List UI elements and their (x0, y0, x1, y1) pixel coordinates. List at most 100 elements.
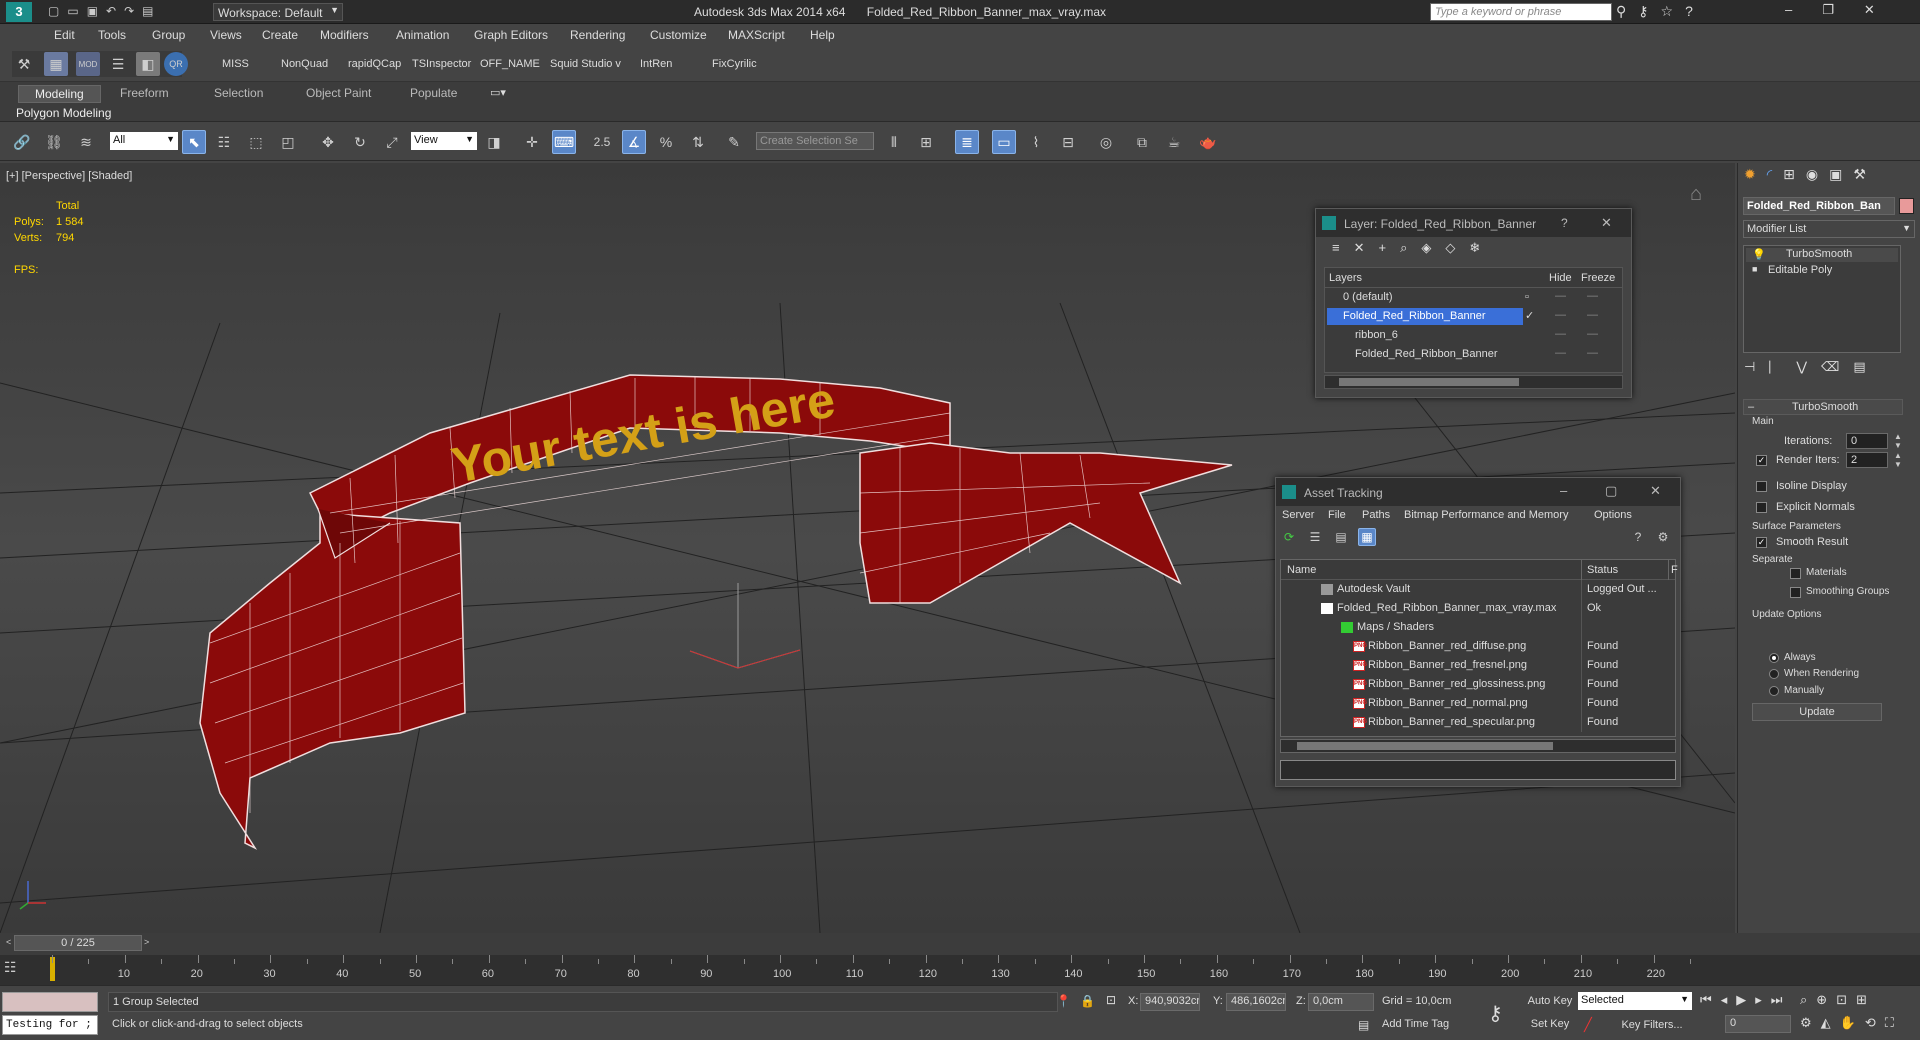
asset-menu-bitmap-performance-and-memory[interactable]: Bitmap Performance and Memory (1404, 509, 1568, 521)
grid-icon[interactable]: ▦ (44, 52, 68, 76)
z-coord-field[interactable]: 0,0cm (1308, 993, 1374, 1011)
configure-sets-icon[interactable]: ▤ (1853, 359, 1879, 374)
select-object-icon[interactable]: ⬉ (182, 130, 206, 154)
lock-icon[interactable]: 🔒 (1080, 994, 1095, 1008)
display-tab-icon[interactable]: ▣ (1829, 166, 1853, 182)
mod-icon[interactable]: MOD (76, 52, 100, 76)
minimize-icon[interactable]: – (1560, 483, 1567, 498)
absolute-mode-icon[interactable]: ⊡ (1106, 993, 1116, 1007)
settings-icon[interactable]: ⚙ (1654, 528, 1672, 546)
pivot-center-icon[interactable]: ◨ (482, 130, 506, 154)
hide-all-icon[interactable]: ◇ (1445, 240, 1469, 255)
asset-menu-server[interactable]: Server (1282, 509, 1314, 521)
show-end-result-icon[interactable]: ⎸ (1769, 359, 1796, 374)
modify-tab-icon[interactable]: ◜ (1767, 166, 1783, 182)
current-frame-field[interactable]: 0 (1725, 1015, 1791, 1033)
asset-row[interactable]: PNGRibbon_Banner_red_specular.png Found (1281, 713, 1675, 732)
field-of-view-icon[interactable]: ◭ (1821, 1015, 1840, 1030)
link-icon[interactable]: 🔗 (10, 130, 34, 154)
asset-path-field[interactable] (1280, 760, 1676, 780)
align-icon[interactable]: ⊞ (914, 130, 938, 154)
explicit-normals-checkbox[interactable] (1756, 502, 1767, 513)
bind-spacewarp-icon[interactable]: ≋ (74, 130, 98, 154)
viewport-label[interactable]: [+] [Perspective] [Shaded] (6, 170, 132, 182)
layer-manager-icon[interactable]: ≣ (955, 130, 979, 154)
status-column-header[interactable]: Status (1587, 564, 1618, 576)
reference-coord-dropdown[interactable]: View ▼ (411, 132, 477, 150)
mirror-icon[interactable]: ⫴ (882, 130, 906, 154)
when-rendering-radio[interactable] (1769, 669, 1779, 679)
restore-icon[interactable]: ❐ (1822, 2, 1864, 17)
script-button-squid-studio-v[interactable]: Squid Studio v (550, 58, 621, 70)
materials-checkbox[interactable] (1790, 568, 1801, 579)
list-view-icon[interactable]: ☰ (1306, 528, 1324, 546)
menu-edit[interactable]: Edit (54, 28, 75, 42)
ribbon-tab-freeform[interactable]: Freeform (104, 85, 185, 101)
angle-snap-icon[interactable]: ∡ (622, 130, 646, 154)
always-radio[interactable] (1769, 653, 1779, 663)
modifier-stack-item-turbosmooth[interactable]: 💡 TurboSmooth (1746, 248, 1898, 262)
minimize-icon[interactable]: – (1785, 2, 1822, 17)
lightbulb-icon[interactable]: 💡 (1752, 248, 1766, 261)
isolate-selection-icon[interactable]: 📍 (1056, 994, 1071, 1008)
pin-stack-icon[interactable]: ⊣ (1744, 359, 1769, 374)
new-file-icon[interactable]: ▢ (48, 4, 67, 18)
script-button-nonquad[interactable]: NonQuad (281, 58, 328, 70)
layer-dialog-title-bar[interactable]: Layer: Folded_Red_Ribbon_Banner ? ✕ (1316, 209, 1631, 237)
menu-tools[interactable]: Tools (98, 28, 126, 42)
maxscript-listener-pink[interactable] (2, 992, 98, 1012)
search-field[interactable]: Type a keyword or phrase (1430, 3, 1612, 21)
time-config-icon[interactable]: ⚙ (1800, 1015, 1821, 1030)
time-tag-icon[interactable]: ▤ (1358, 1018, 1369, 1032)
render-production-icon[interactable]: 🫖 (1196, 130, 1220, 154)
add-to-layer-icon[interactable]: + (1379, 240, 1401, 255)
script-button-rapidqcap[interactable]: rapidQCap (348, 58, 401, 70)
asset-row[interactable]: Maps / Shaders (1281, 618, 1675, 637)
layer-object-row[interactable]: Folded_Red_Ribbon_Banner — — (1325, 345, 1622, 364)
menu-graph-editors[interactable]: Graph Editors (474, 28, 548, 42)
name-column-header[interactable]: Name (1287, 564, 1316, 576)
prev-frame-icon[interactable]: < (6, 937, 11, 947)
ribbon-tab-populate[interactable]: Populate (394, 85, 473, 101)
rect-selection-icon[interactable]: ⬚ (244, 130, 268, 154)
highlight-layer-icon[interactable]: ◈ (1421, 240, 1445, 255)
ribbon-tab-modeling[interactable]: Modeling (18, 85, 101, 103)
iterations-spinner[interactable]: 0 (1846, 433, 1888, 449)
create-tab-icon[interactable]: ✹ (1744, 166, 1767, 182)
go-to-start-icon[interactable]: ⏮ (1700, 992, 1721, 1007)
percent-snap-icon[interactable]: % (654, 130, 678, 154)
hierarchy-tab-icon[interactable]: ⊞ (1783, 166, 1806, 182)
hide-column-header[interactable]: Hide (1549, 272, 1572, 284)
menu-maxscript[interactable]: MAXScript (728, 28, 785, 42)
delete-layer-icon[interactable]: ✕ (1354, 240, 1379, 255)
freeze-column-header[interactable]: Freeze (1581, 272, 1615, 284)
key-filters-button[interactable]: Key Filters... (1612, 1015, 1692, 1035)
ribbon-options-icon[interactable]: ▭▾ (490, 86, 506, 99)
time-slider[interactable]: < 0 / 225 > (0, 933, 1920, 955)
script-button-miss[interactable]: MISS (222, 58, 249, 70)
add-time-tag-button[interactable]: Add Time Tag (1378, 1015, 1488, 1035)
zoom-all-icon[interactable]: ⊕ (1816, 992, 1836, 1007)
go-to-end-icon[interactable]: ⏭ (1771, 992, 1792, 1007)
refresh-icon[interactable]: ⟳ (1280, 528, 1298, 546)
script-button-off-name[interactable]: OFF_NAME (480, 58, 540, 70)
update-button[interactable]: Update (1752, 703, 1882, 721)
isoline-display-checkbox[interactable] (1756, 481, 1767, 492)
thumbnail-view-icon[interactable]: ▤ (1332, 528, 1350, 546)
expand-icon[interactable]: ■ (1752, 264, 1757, 274)
ribbon-tab-selection[interactable]: Selection (198, 85, 279, 101)
undo-icon[interactable]: ↶ (106, 4, 124, 18)
named-selection-set-field[interactable]: Create Selection Se (756, 132, 874, 150)
current-layer-icon[interactable]: ▫ (1525, 291, 1529, 303)
menu-customize[interactable]: Customize (650, 28, 707, 42)
workspace-dropdown[interactable]: Workspace: Default ▼ (213, 3, 343, 21)
modifier-list-dropdown[interactable]: Modifier List ▼ (1743, 220, 1915, 238)
close-icon[interactable]: ✕ (1601, 215, 1612, 231)
app-logo-icon[interactable]: 3 (6, 2, 32, 22)
time-slider-thumb[interactable]: 0 / 225 (14, 935, 142, 951)
asset-row[interactable]: PNGRibbon_Banner_red_diffuse.png Found (1281, 637, 1675, 656)
polygon-modeling-label[interactable]: Polygon Modeling (16, 106, 111, 120)
curve-editor-icon[interactable]: ⌇ (1024, 130, 1048, 154)
asset-row[interactable]: Autodesk Vault Logged Out ... (1281, 580, 1675, 599)
asset-menu-paths[interactable]: Paths (1362, 509, 1390, 521)
